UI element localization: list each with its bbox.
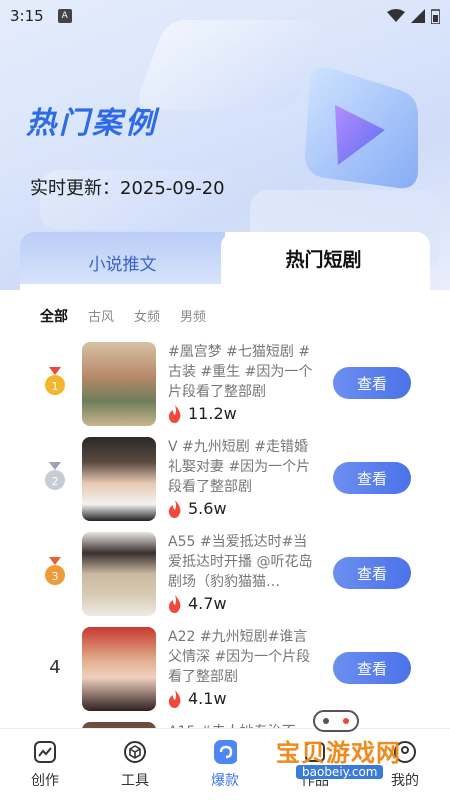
- filter-bar: 全部 古风 女频 男频: [20, 284, 430, 326]
- drama-description: A22 #九州短剧#谁言父情深 #因为一个片段看了整部剧: [168, 629, 311, 685]
- status-bar: 3:15 A: [0, 0, 450, 32]
- drama-thumbnail[interactable]: [82, 627, 156, 711]
- view-button[interactable]: 查看: [333, 652, 411, 684]
- tab-novel[interactable]: 小说推文: [20, 232, 225, 284]
- silver-medal-icon: 2: [42, 461, 68, 493]
- nav-label: 爆款: [211, 772, 239, 789]
- drama-list: 1 #凰宫梦 #七猫短剧 #古装 #重生 #因为一个片段看了整部剧 11.2w …: [20, 340, 430, 752]
- flame-icon: [168, 404, 181, 423]
- flame-icon: [168, 689, 181, 708]
- hot-icon: [213, 739, 237, 764]
- heat-value: 4.7w: [188, 594, 227, 613]
- tab-short-drama[interactable]: 热门短剧: [221, 232, 426, 284]
- flame-icon: [168, 499, 181, 518]
- heat-count: 4.1w: [168, 689, 227, 708]
- heat-value: 11.2w: [188, 404, 237, 423]
- battery-icon: [431, 8, 440, 24]
- drama-thumbnail[interactable]: [82, 342, 156, 426]
- list-item: 3 A55 #当爱抵达时#当爱抵达时开播 @听花岛剧场（豹豹猫猫… 4.7w 查…: [20, 530, 430, 625]
- heat-value: 4.1w: [188, 689, 227, 708]
- box-icon: [123, 740, 147, 764]
- svg-text:1: 1: [52, 380, 59, 393]
- wifi-icon: [387, 9, 405, 22]
- hot-cases-card: 小说推文 热门短剧 全部 古风 女频 男频 1 #凰宫梦 #七猫短剧 #古装 #…: [20, 232, 430, 752]
- bronze-medal-icon: 3: [42, 556, 68, 588]
- drama-thumbnail[interactable]: [82, 437, 156, 521]
- drama-description: A55 #当爱抵达时#当爱抵达时开播 @听花岛剧场（豹豹猫猫…: [168, 534, 313, 590]
- drama-description: #凰宫梦 #七猫短剧 #古装 #重生 #因为一个片段看了整部剧: [168, 344, 313, 400]
- view-button[interactable]: 查看: [333, 462, 411, 494]
- svg-text:2: 2: [52, 475, 59, 488]
- drama-thumbnail[interactable]: [82, 532, 156, 616]
- status-icons: [387, 8, 440, 24]
- app-badge-icon: A: [57, 9, 72, 23]
- tab-bar: 小说推文 热门短剧: [20, 232, 430, 284]
- page-title: 热门案例: [26, 106, 158, 141]
- filter-all[interactable]: 全部: [40, 306, 68, 326]
- status-time: 3:15: [10, 7, 44, 25]
- view-button[interactable]: 查看: [333, 557, 411, 589]
- heat-count: 11.2w: [168, 404, 237, 423]
- nav-label: 工具: [121, 772, 149, 789]
- list-item: 1 #凰宫梦 #七猫短剧 #古装 #重生 #因为一个片段看了整部剧 11.2w …: [20, 340, 430, 435]
- gold-medal-icon: 1: [42, 366, 68, 398]
- rank-number: 4: [49, 656, 61, 678]
- update-time: 实时更新：2025-09-20: [30, 178, 225, 199]
- flame-icon: [168, 594, 181, 613]
- watermark-text: 宝贝游戏网: [276, 739, 401, 767]
- chart-icon: [33, 740, 57, 764]
- gamepad-icon: [313, 710, 359, 732]
- nav-label: 创作: [31, 772, 59, 789]
- signal-icon: [411, 9, 425, 23]
- nav-hot[interactable]: 爆款: [180, 729, 270, 800]
- filter-female[interactable]: 女频: [134, 306, 160, 326]
- heat-value: 5.6w: [188, 499, 227, 518]
- view-button[interactable]: 查看: [333, 367, 411, 399]
- watermark: 宝贝游戏网 baobeiy.com: [276, 705, 426, 795]
- play-logo-icon: [305, 67, 418, 189]
- heat-count: 5.6w: [168, 499, 227, 518]
- list-item: 2 V #九州短剧 #走错婚礼娶对妻 #因为一个片段看了整部剧 5.6w 查看: [20, 435, 430, 530]
- filter-male[interactable]: 男频: [180, 306, 206, 326]
- nav-create[interactable]: 创作: [0, 729, 90, 800]
- drama-description: V #九州短剧 #走错婚礼娶对妻 #因为一个片段看了整部剧: [168, 439, 311, 495]
- nav-tools[interactable]: 工具: [90, 729, 180, 800]
- heat-count: 4.7w: [168, 594, 227, 613]
- svg-text:3: 3: [52, 570, 59, 583]
- filter-ancient[interactable]: 古风: [88, 306, 114, 326]
- watermark-url: baobeiy.com: [296, 765, 384, 779]
